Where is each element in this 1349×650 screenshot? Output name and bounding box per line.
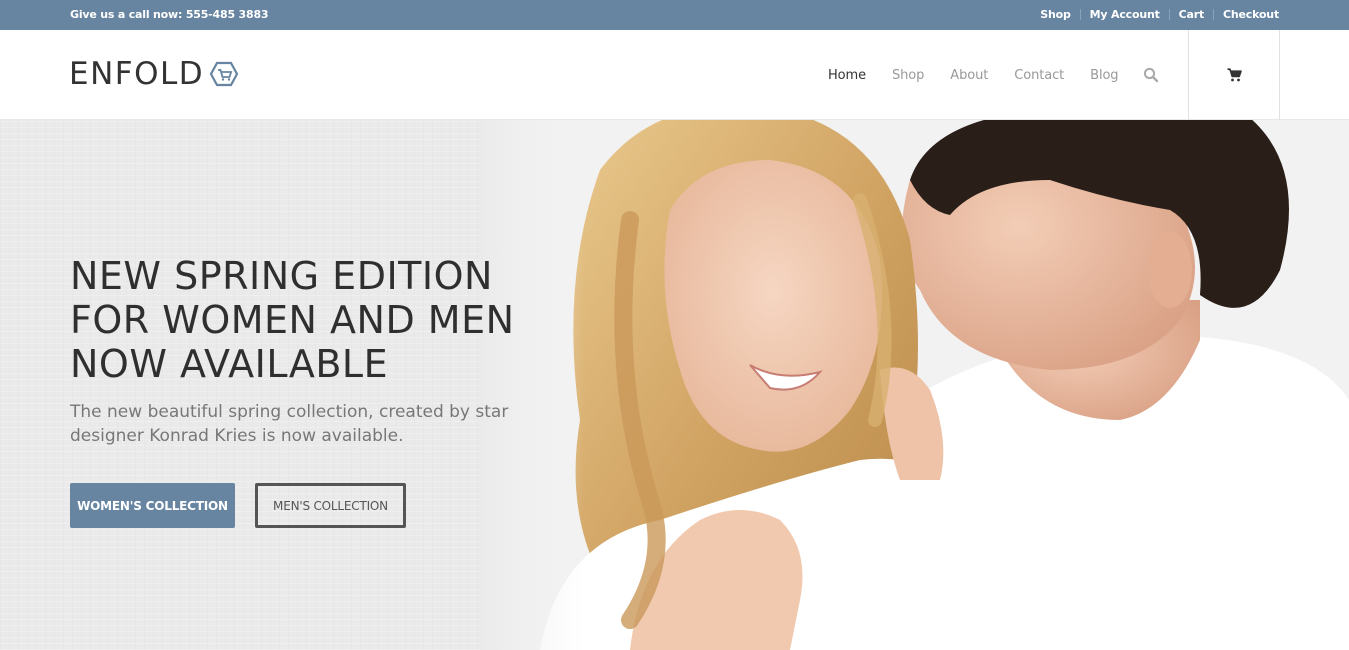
hero-title-line: NEW SPRING EDITION	[70, 254, 493, 298]
womens-collection-button[interactable]: WOMEN'S COLLECTION	[70, 483, 235, 528]
mens-collection-button[interactable]: MEN'S COLLECTION	[255, 483, 406, 528]
nav-contact[interactable]: Contact	[1014, 68, 1064, 83]
phone-text: Give us a call now: 555-485 3883	[70, 8, 269, 21]
main-header: ENFOLD Home Shop About Contact Blog	[0, 30, 1349, 120]
nav-shop[interactable]: Shop	[892, 68, 924, 83]
search-icon[interactable]	[1143, 67, 1159, 83]
nav-blog[interactable]: Blog	[1090, 68, 1118, 83]
cart-icon	[1227, 68, 1242, 82]
nav-about[interactable]: About	[950, 68, 988, 83]
hero-title-line: FOR WOMEN AND MEN	[70, 298, 515, 342]
couple-photo	[480, 120, 1349, 650]
logo-text: ENFOLD	[69, 56, 205, 92]
top-links: Shop My Account Cart Checkout	[1040, 8, 1279, 21]
nav-home[interactable]: Home	[828, 68, 866, 83]
main-nav: Home Shop About Contact Blog	[815, 30, 1159, 120]
hero-subtitle: The new beautiful spring collection, cre…	[70, 402, 509, 446]
top-link-checkout[interactable]: Checkout	[1223, 8, 1279, 21]
cart-button[interactable]	[1188, 30, 1280, 120]
hero-title: NEW SPRING EDITION FOR WOMEN AND MEN NOW…	[70, 254, 515, 386]
divider	[1079, 9, 1081, 20]
top-link-shop[interactable]: Shop	[1040, 8, 1071, 21]
hexagon-cart-icon	[210, 61, 239, 87]
top-link-my-account[interactable]: My Account	[1090, 8, 1160, 21]
divider	[1213, 9, 1215, 20]
hero-title-line: NOW AVAILABLE	[70, 342, 389, 386]
divider	[1168, 9, 1170, 20]
hero-slider: NEW SPRING EDITION FOR WOMEN AND MEN NOW…	[0, 120, 1349, 650]
top-bar: Give us a call now: 555-485 3883 Shop My…	[0, 0, 1349, 30]
top-link-cart[interactable]: Cart	[1179, 8, 1205, 21]
logo[interactable]: ENFOLD	[69, 56, 239, 92]
